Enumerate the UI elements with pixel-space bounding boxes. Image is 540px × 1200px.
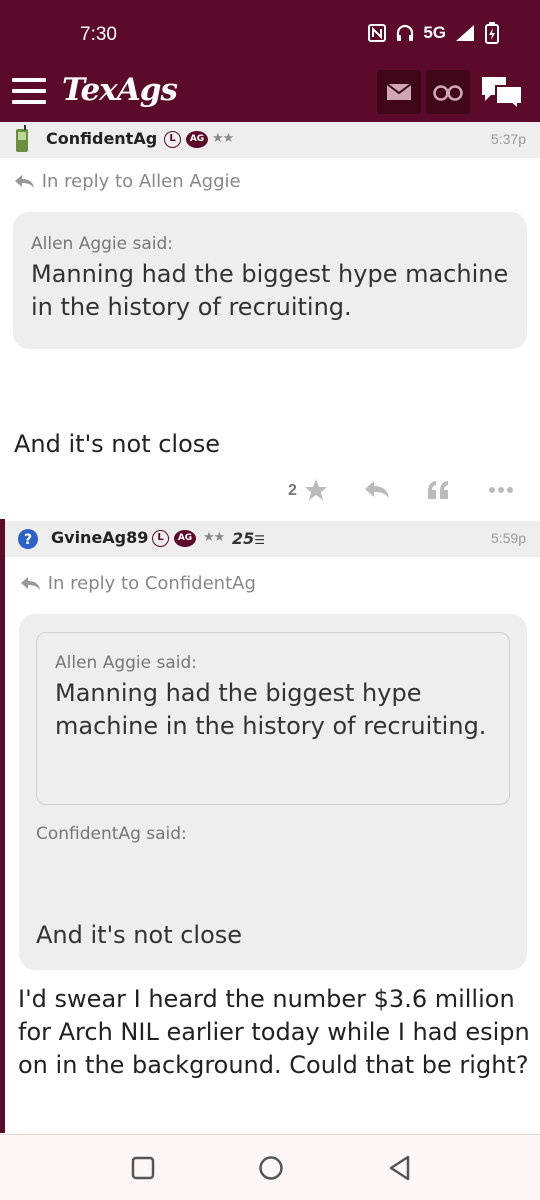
question-icon: ? — [18, 529, 38, 549]
signal-icon — [456, 25, 474, 41]
star-icon[interactable] — [304, 478, 328, 502]
post-body: I'd swear I heard the number $3.6 millio… — [18, 985, 530, 1079]
mail-icon — [386, 83, 412, 100]
binoculars-icon — [433, 85, 463, 101]
headphones-icon — [397, 24, 414, 41]
post-time: 5:37p — [490, 131, 526, 147]
post-header: ? GvineAg89 L AG ★★ 25☰ 5:59p — [5, 521, 540, 557]
system-nav-bar — [0, 1134, 540, 1200]
reply-to-text: In reply to Allen Aggie — [41, 171, 241, 192]
post-username[interactable]: GvineAg89 — [51, 528, 148, 547]
status-time: 7:30 — [80, 24, 117, 45]
back-nav-icon[interactable] — [388, 1155, 412, 1181]
status-icons: 5G — [367, 22, 500, 44]
quote-icon[interactable] — [426, 479, 450, 501]
more-icon[interactable] — [488, 486, 514, 494]
badge-ag: AG — [186, 131, 208, 148]
badge-l: L — [152, 530, 169, 547]
badge-l: L — [164, 131, 181, 148]
quote-text: And it's not close — [36, 921, 243, 949]
star-count: 2 — [288, 482, 297, 499]
svg-text:?: ? — [24, 532, 32, 548]
quote-text: Manning had the biggest hype machine in … — [55, 679, 487, 740]
nested-quote-block: Allen Aggie said: Manning had the bigges… — [36, 632, 510, 805]
app-header: TexAgs — [0, 62, 540, 122]
badge-ag: AG — [174, 530, 196, 547]
reply-icon — [15, 175, 34, 188]
quote-author: Allen Aggie said: — [55, 653, 198, 673]
status-bar: 7:30 5G — [0, 0, 540, 62]
square-nav-icon[interactable] — [131, 1156, 155, 1180]
rank-stars: ★★ — [203, 530, 225, 545]
network-label: 5G — [423, 23, 446, 42]
quote-author: ConfidentAg said: — [36, 824, 187, 844]
thread-indent-bar — [0, 519, 5, 1133]
reply-to-link[interactable]: In reply to Allen Aggie — [14, 171, 241, 192]
reply-icon — [21, 577, 40, 590]
extra-badge: 25☰ — [232, 529, 266, 548]
phone-icon — [16, 125, 28, 152]
post-time: 5:59p — [490, 530, 526, 546]
rank-stars: ★★ — [212, 131, 234, 146]
circle-nav-icon[interactable] — [258, 1155, 284, 1181]
post-header: ConfidentAg L AG ★★ 5:37p — [0, 122, 540, 158]
post-body: And it's not close — [14, 430, 221, 458]
reply-icon[interactable] — [364, 480, 390, 500]
quote-text: Manning had the biggest hype machine in … — [31, 260, 509, 321]
quote-block: Allen Aggie said: Manning had the bigges… — [19, 614, 527, 970]
post-actions: 2 — [280, 476, 520, 506]
app-logo[interactable]: TexAgs — [62, 72, 178, 108]
battery-icon — [485, 22, 499, 44]
binoculars-button[interactable] — [426, 70, 470, 114]
chat-button[interactable] — [478, 70, 526, 114]
nfc-icon — [368, 24, 387, 42]
reply-to-link[interactable]: In reply to ConfidentAg — [20, 573, 256, 594]
quote-author: Allen Aggie said: — [31, 234, 174, 254]
mail-button[interactable] — [377, 70, 421, 114]
menu-icon[interactable] — [12, 78, 46, 104]
reply-to-text: In reply to ConfidentAg — [47, 573, 256, 594]
quote-block: Allen Aggie said: Manning had the bigges… — [13, 212, 527, 349]
chat-icon — [482, 77, 523, 110]
post-username[interactable]: ConfidentAg — [46, 129, 157, 148]
